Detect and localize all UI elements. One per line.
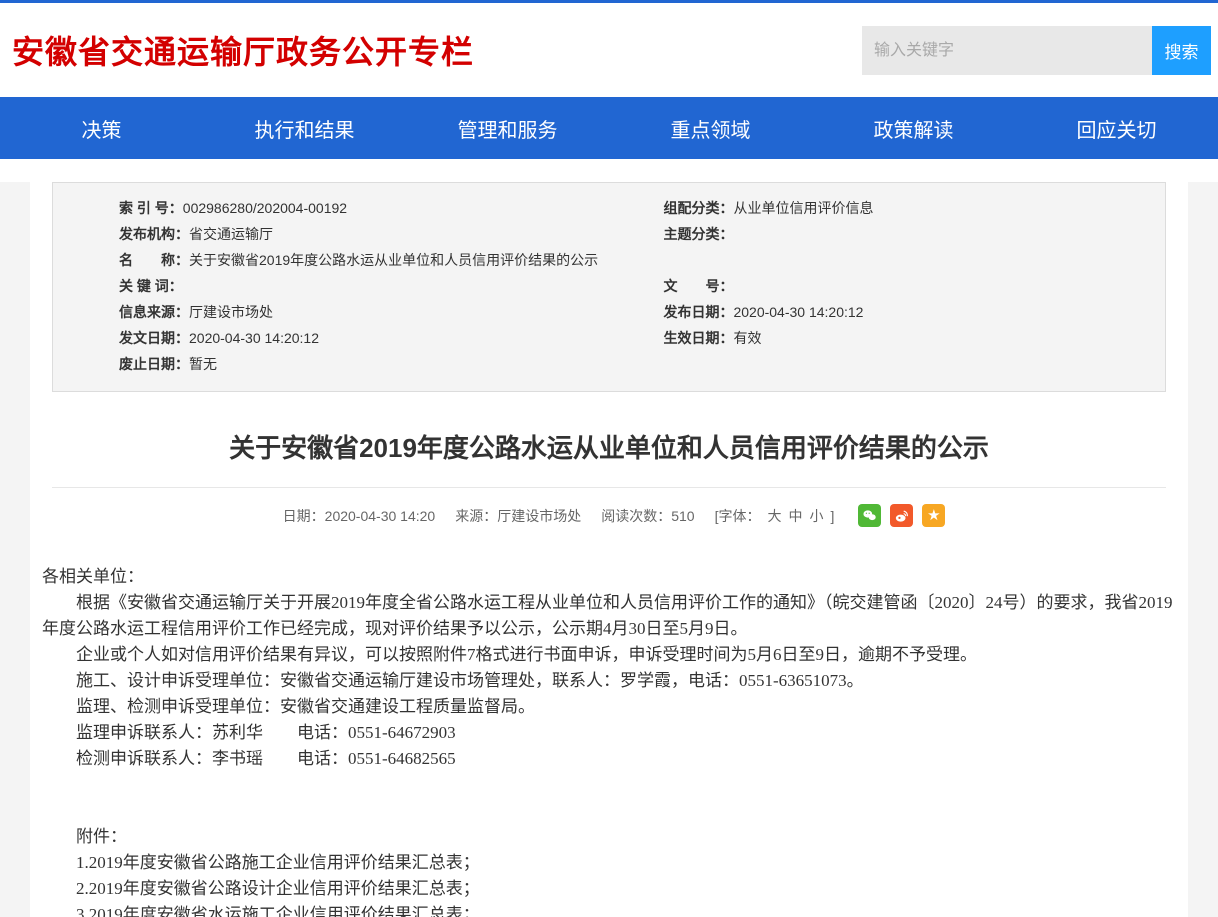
meta-field-spacer: [663, 247, 1165, 273]
article-source: 来源：厅建设市场处: [455, 506, 581, 526]
site-title: 安徽省交通运输厅政务公开专栏: [12, 3, 474, 97]
meta-column-right: 组配分类：从业单位信用评价信息 主题分类： 文 号： 发布日期：2020-04-…: [653, 195, 1165, 377]
nav-item-services[interactable]: 管理和服务: [406, 97, 609, 159]
title-divider: [52, 487, 1166, 488]
article-view-count: 阅读次数：510: [601, 506, 694, 526]
paragraph-appeal-rules: 企业或个人如对信用评价结果有异议，可以按照附件7格式进行书面申诉，申诉受理时间为…: [42, 642, 1176, 668]
favorite-star-icon[interactable]: ★: [922, 504, 945, 527]
search-input[interactable]: [862, 26, 1152, 75]
meta-column-left: 索 引 号：002986280/202004-00192 发布机构：省交通运输厅…: [53, 195, 653, 377]
attachments-heading: 附件：: [42, 824, 1176, 850]
meta-field-group-category: 组配分类：从业单位信用评价信息: [663, 195, 1165, 221]
meta-field-repeal-date: 废止日期：暂无: [119, 351, 653, 377]
meta-field-doc-number: 文 号：: [663, 273, 1165, 299]
attachment-item-1: 1.2019年度安徽省公路施工企业信用评价结果汇总表；: [42, 850, 1176, 876]
search-box: 搜索: [862, 26, 1211, 75]
article-meta-bar: 日期：2020-04-30 14:20 来源：厅建设市场处 阅读次数：510 […: [30, 504, 1188, 527]
attachment-item-2: 2.2019年度安徽省公路设计企业信用评价结果汇总表；: [42, 876, 1176, 902]
font-size-suffix: ]: [830, 508, 834, 524]
main-nav: 决策 执行和结果 管理和服务 重点领域 政策解读 回应关切: [0, 97, 1218, 159]
font-size-prefix: [字体：: [715, 506, 761, 526]
paragraph-appeal-unit-construction: 施工、设计申诉受理单位：安徽省交通运输厅建设市场管理处，联系人：罗学霞，电话：0…: [42, 668, 1176, 694]
wechat-share-icon[interactable]: [858, 504, 881, 527]
meta-field-keywords: 关 键 词：: [119, 273, 653, 299]
content-container: 索 引 号：002986280/202004-00192 发布机构：省交通运输厅…: [30, 182, 1188, 917]
article-body: 各相关单位： 根据《安徽省交通运输厅关于开展2019年度全省公路水运工程从业单位…: [42, 564, 1176, 917]
paragraph-basis: 根据《安徽省交通运输厅关于开展2019年度全省公路水运工程从业单位和人员信用评价…: [42, 590, 1176, 642]
font-size-large[interactable]: 大: [767, 506, 781, 526]
blank-line: [42, 772, 1176, 798]
nav-item-policy[interactable]: 政策解读: [812, 97, 1015, 159]
paragraph-appeal-unit-supervision: 监理、检测申诉受理单位：安徽省交通建设工程质量监督局。: [42, 694, 1176, 720]
site-header: 安徽省交通运输厅政务公开专栏 搜索: [0, 3, 1218, 97]
meta-field-issue-date: 发文日期：2020-04-30 14:20:12: [119, 325, 653, 351]
nav-item-decision[interactable]: 决策: [0, 97, 203, 159]
weibo-share-icon[interactable]: [890, 504, 913, 527]
meta-field-publish-date: 发布日期：2020-04-30 14:20:12: [663, 299, 1165, 325]
article-title: 关于安徽省2019年度公路水运从业单位和人员信用评价结果的公示: [60, 428, 1158, 465]
font-size-medium[interactable]: 中: [788, 506, 802, 526]
blank-line: [42, 798, 1176, 824]
nav-item-response[interactable]: 回应关切: [1015, 97, 1218, 159]
paragraph-contact-supervision: 监理申诉联系人：苏利华 电话：0551-64672903: [42, 720, 1176, 746]
meta-field-info-source: 信息来源：厅建设市场处: [119, 299, 653, 325]
page-background: 索 引 号：002986280/202004-00192 发布机构：省交通运输厅…: [0, 182, 1218, 917]
article-date: 日期：2020-04-30 14:20: [283, 506, 436, 526]
attachment-item-3: 3.2019年度安徽省水运施工企业信用评价结果汇总表；: [42, 902, 1176, 917]
meta-field-issuing-agency: 发布机构：省交通运输厅: [119, 221, 653, 247]
star-glyph: ★: [927, 508, 940, 523]
nav-item-key-areas[interactable]: 重点领域: [609, 97, 812, 159]
font-size-switcher: [字体： 大 中 小 ]: [715, 506, 835, 526]
meta-field-document-name: 名 称：关于安徽省2019年度公路水运从业单位和人员信用评价结果的公示: [119, 247, 653, 273]
search-button[interactable]: 搜索: [1152, 26, 1211, 75]
document-meta-box: 索 引 号：002986280/202004-00192 发布机构：省交通运输厅…: [52, 182, 1166, 392]
paragraph-salutation: 各相关单位：: [42, 564, 1176, 590]
meta-field-topic-category: 主题分类：: [663, 221, 1165, 247]
paragraph-contact-testing: 检测申诉联系人：李书瑶 电话：0551-64682565: [42, 746, 1176, 772]
meta-field-effective-date: 生效日期：有效: [663, 325, 1165, 351]
font-size-small[interactable]: 小: [809, 506, 823, 526]
meta-field-index-number: 索 引 号：002986280/202004-00192: [119, 195, 653, 221]
share-icons: ★: [858, 504, 945, 527]
nav-item-execution[interactable]: 执行和结果: [203, 97, 406, 159]
